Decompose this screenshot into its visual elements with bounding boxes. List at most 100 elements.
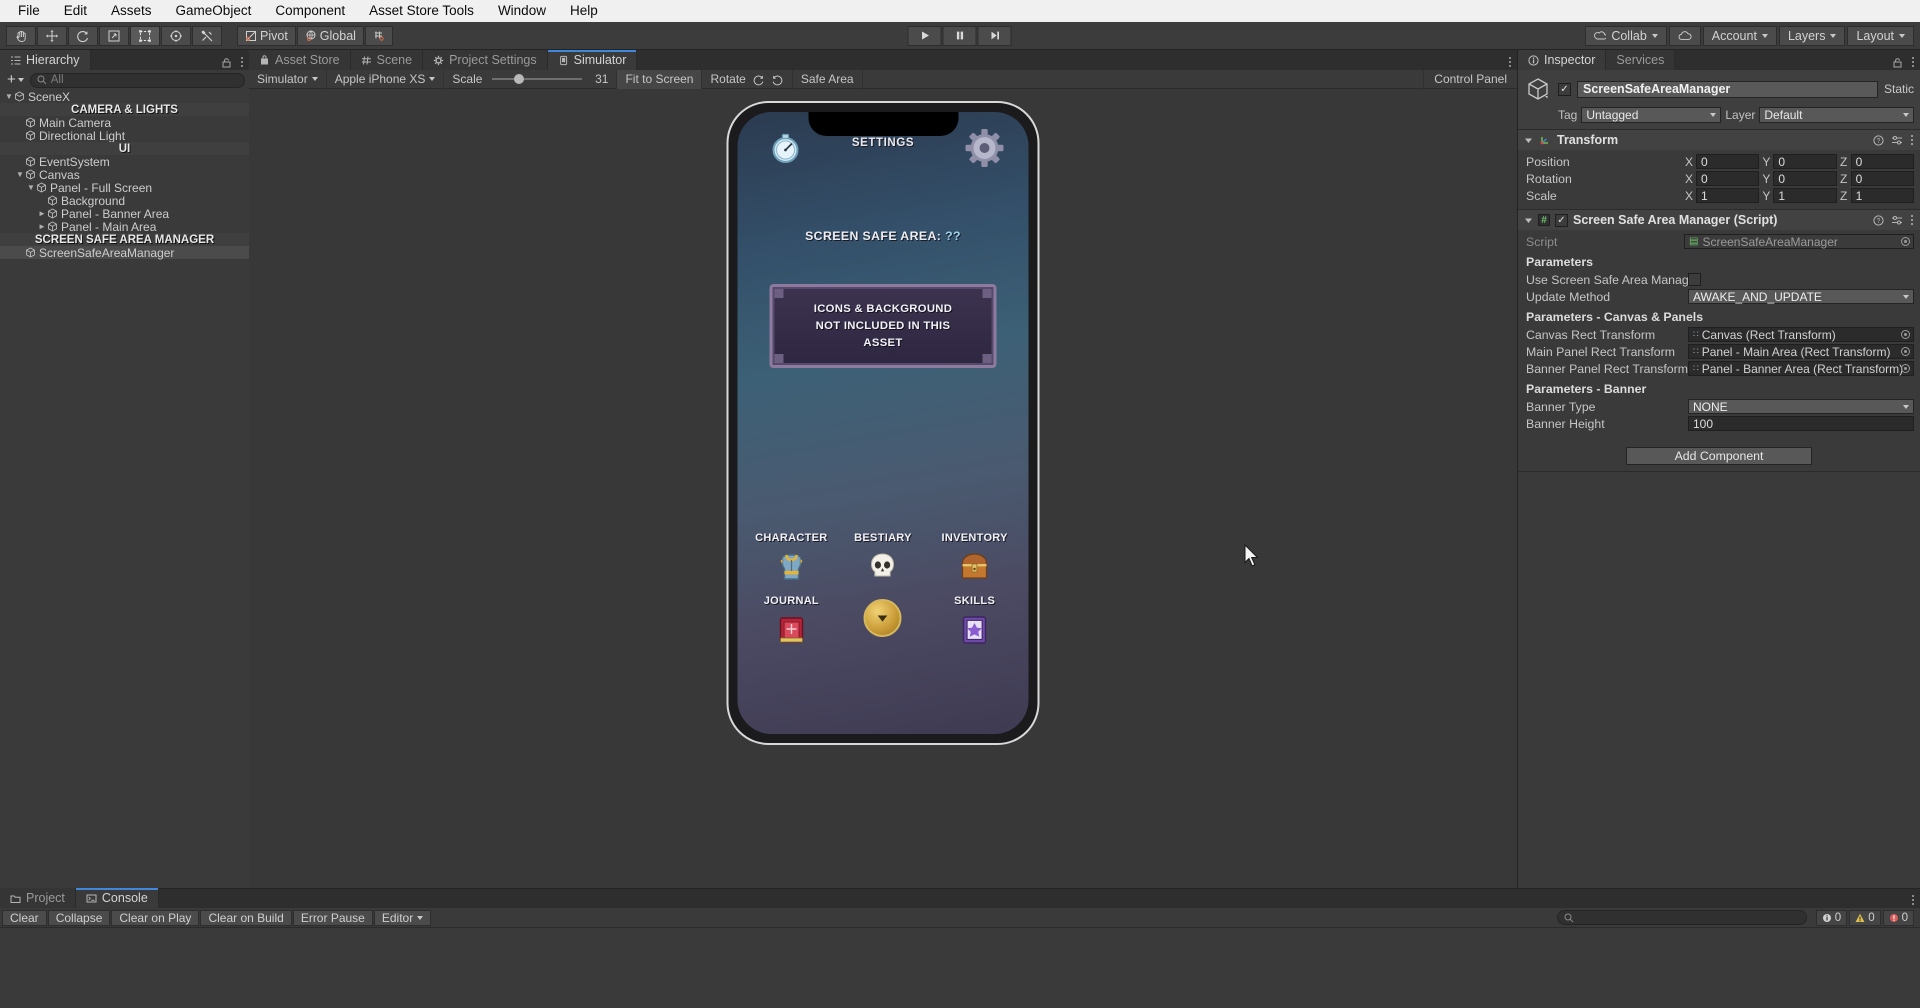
armor-icon[interactable] — [748, 549, 834, 585]
rect-tool-button[interactable] — [130, 25, 160, 46]
counter-error[interactable]: 0 — [1882, 909, 1914, 926]
down-arrow-circle[interactable] — [863, 599, 902, 637]
hierarchy-item-panel-main-area[interactable]: ► Panel - Main Area — [0, 220, 249, 234]
tab-asset-store[interactable]: Asset Store — [249, 50, 351, 70]
hierarchy-search-input[interactable]: All — [29, 72, 245, 88]
hierarchy-item-screensafeareamanager[interactable]: ScreenSafeAreaManager — [0, 246, 249, 260]
tab-project[interactable]: Project — [0, 888, 76, 908]
hierarchy-item-panel-banner-area[interactable]: ► Panel - Banner Area — [0, 207, 249, 221]
foldout-open-icon[interactable]: ▼ — [15, 170, 25, 179]
script-component-header[interactable]: # ✓ Screen Safe Area Manager (Script) ? — [1518, 210, 1920, 230]
console-search-input[interactable] — [1556, 910, 1807, 925]
dropdown-update-method[interactable]: AWAKE_AND_UPDATE — [1688, 289, 1914, 304]
tab-hierarchy[interactable]: Hierarchy — [0, 50, 91, 70]
pause-button[interactable] — [942, 25, 977, 46]
menu-item-gameobject[interactable]: GameObject — [164, 1, 264, 21]
menu-item-bestiary[interactable]: BESTIARY — [840, 532, 926, 585]
more-options-icon[interactable] — [1911, 894, 1915, 906]
rotate-tool-button[interactable] — [68, 25, 98, 46]
menu-item-asset-store-tools[interactable]: Asset Store Tools — [357, 1, 486, 21]
hierarchy-item-canvas[interactable]: ▼ Canvas — [0, 168, 249, 182]
custom-tool-button[interactable] — [192, 25, 222, 46]
global-toggle-button[interactable]: Global — [296, 25, 364, 46]
object-field-banner-panel-rect-transform[interactable]: ∷ Panel - Banner Area (Rect Transform) — [1688, 361, 1914, 376]
transform-position-x-input[interactable]: 0 — [1696, 154, 1760, 169]
object-field-main-panel-rect-transform[interactable]: ∷ Panel - Main Area (Rect Transform) — [1688, 344, 1914, 359]
checkbox-use-screen-safe-area-manager[interactable] — [1688, 273, 1701, 286]
hierarchy-item-scenex[interactable]: ▼ SceneX — [0, 90, 249, 104]
foldout-open-icon[interactable]: ▼ — [4, 92, 14, 101]
tab-services[interactable]: Services — [1606, 50, 1676, 70]
console-clear-on-play-button[interactable]: Clear on Play — [111, 909, 200, 926]
tab-project-settings[interactable]: Project Settings — [423, 50, 548, 70]
lock-icon[interactable] — [221, 57, 232, 68]
scale-slider[interactable] — [492, 74, 583, 84]
preset-icon[interactable] — [1891, 135, 1903, 146]
more-options-icon[interactable] — [240, 56, 244, 68]
scale-tool-button[interactable] — [99, 25, 129, 46]
counter-warning[interactable]: 0 — [1849, 909, 1881, 926]
rotate-group[interactable]: Rotate — [702, 69, 793, 89]
hierarchy-tree[interactable]: ▼ SceneX CAMERA & LIGHTS Main Camera Directi… — [0, 90, 249, 888]
foldout-open-icon[interactable]: ▼ — [26, 183, 36, 192]
transform-rotation-y-input[interactable]: 0 — [1773, 171, 1837, 186]
transform-header[interactable]: Transform ? — [1518, 130, 1920, 150]
menu-item-help[interactable]: Help — [558, 1, 610, 21]
tab-console[interactable]: Console — [75, 888, 159, 908]
component-enabled-checkbox[interactable]: ✓ — [1555, 213, 1568, 227]
chest-icon[interactable] — [932, 549, 1018, 585]
foldout-closed-icon[interactable]: ► — [37, 209, 47, 218]
transform-position-y-input[interactable]: 0 — [1773, 154, 1837, 169]
foldout-closed-icon[interactable]: ► — [37, 222, 47, 231]
object-field-canvas-rect-transform[interactable]: ∷ Canvas (Rect Transform) — [1688, 327, 1914, 342]
device-dropdown[interactable]: Apple iPhone XS — [327, 69, 445, 89]
lock-icon[interactable] — [1892, 57, 1903, 68]
rotate-ccw-icon[interactable] — [752, 73, 765, 86]
preset-icon[interactable] — [1891, 215, 1903, 226]
menu-item-window[interactable]: Window — [486, 1, 558, 21]
more-options-icon[interactable] — [1910, 134, 1914, 146]
menu-item-journal[interactable]: JOURNAL — [748, 595, 834, 648]
device-screen[interactable]: SETTINGS SCREEN SAFE AREA: ?? ICONS & BA… — [737, 112, 1029, 734]
transform-scale-z-input[interactable]: 1 — [1850, 188, 1914, 203]
menu-item-edit[interactable]: Edit — [52, 1, 99, 21]
console-error-pause-button[interactable]: Error Pause — [292, 909, 373, 926]
skull-icon[interactable] — [840, 549, 926, 585]
object-picker-icon[interactable] — [1901, 237, 1910, 246]
help-icon[interactable]: ? — [1873, 134, 1884, 146]
grid-snap-button[interactable] — [364, 25, 393, 46]
more-options-icon[interactable] — [1910, 214, 1914, 226]
console-editor-dropdown[interactable]: Editor — [373, 909, 432, 926]
book-icon[interactable] — [748, 612, 834, 648]
hierarchy-item-panel-full-screen[interactable]: ▼ Panel - Full Screen — [0, 181, 249, 195]
layout-button[interactable]: Layout — [1847, 25, 1914, 46]
scale-slider-group[interactable]: Scale 31 — [444, 69, 618, 89]
transform-rotation-x-input[interactable]: 0 — [1696, 171, 1760, 186]
hierarchy-item-directional-light[interactable]: Directional Light — [0, 129, 249, 143]
dropdown-banner-type[interactable]: NONE — [1688, 399, 1914, 414]
skills-book-icon[interactable] — [932, 612, 1018, 648]
rotate-cw-icon[interactable] — [771, 73, 784, 86]
more-options-icon[interactable] — [1508, 56, 1512, 68]
menu-item-file[interactable]: File — [6, 1, 52, 21]
scale-slider-knob[interactable] — [514, 74, 525, 84]
console-log-area[interactable] — [0, 928, 1920, 988]
layers-button[interactable]: Layers — [1778, 25, 1846, 46]
console-clear-button[interactable]: Clear — [2, 909, 47, 926]
menu-item-inventory[interactable]: INVENTORY — [932, 532, 1018, 585]
gameobject-active-checkbox[interactable]: ✓ — [1558, 82, 1571, 96]
cloud-button[interactable] — [1668, 25, 1701, 46]
foldout-open-icon[interactable] — [1524, 136, 1533, 145]
script-object-field[interactable]: ▤ ScreenSafeAreaManager — [1684, 234, 1914, 249]
play-button[interactable] — [907, 25, 942, 46]
move-tool-button[interactable] — [37, 25, 67, 46]
transform-position-z-input[interactable]: 0 — [1850, 154, 1914, 169]
transform-scale-y-input[interactable]: 1 — [1773, 188, 1837, 203]
add-component-button[interactable]: Add Component — [1626, 447, 1812, 465]
hierarchy-item-background[interactable]: Background — [0, 194, 249, 208]
simulator-view[interactable]: SETTINGS SCREEN SAFE AREA: ?? ICONS & BA… — [249, 89, 1517, 888]
layer-dropdown[interactable]: Default — [1759, 107, 1914, 123]
menu-item-collapse[interactable] — [840, 595, 926, 648]
help-icon[interactable]: ? — [1873, 214, 1884, 226]
down-arrow-button[interactable] — [840, 599, 926, 637]
